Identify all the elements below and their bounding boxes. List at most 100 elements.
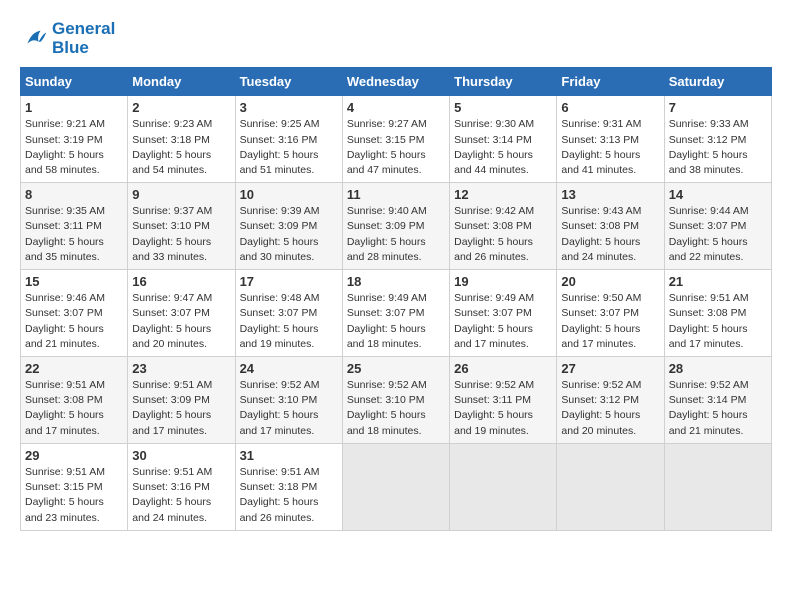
logo: General Blue [20, 20, 115, 57]
day-info: Sunrise: 9:40 AMSunset: 3:09 PMDaylight:… [347, 204, 445, 265]
day-info: Sunrise: 9:30 AMSunset: 3:14 PMDaylight:… [454, 117, 552, 178]
calendar-cell: 16 Sunrise: 9:47 AMSunset: 3:07 PMDayligh… [128, 270, 235, 357]
calendar-cell: 4 Sunrise: 9:27 AMSunset: 3:15 PMDaylight… [342, 96, 449, 183]
day-number: 4 [347, 100, 445, 115]
day-info: Sunrise: 9:25 AMSunset: 3:16 PMDaylight:… [240, 117, 338, 178]
weekday-header-tuesday: Tuesday [235, 68, 342, 96]
day-info: Sunrise: 9:33 AMSunset: 3:12 PMDaylight:… [669, 117, 767, 178]
weekday-header-thursday: Thursday [450, 68, 557, 96]
calendar-cell: 23 Sunrise: 9:51 AMSunset: 3:09 PMDayligh… [128, 357, 235, 444]
day-info: Sunrise: 9:52 AMSunset: 3:14 PMDaylight:… [669, 378, 767, 439]
day-number: 31 [240, 448, 338, 463]
day-number: 25 [347, 361, 445, 376]
day-info: Sunrise: 9:51 AMSunset: 3:09 PMDaylight:… [132, 378, 230, 439]
calendar-table: SundayMondayTuesdayWednesdayThursdayFrid… [20, 67, 772, 530]
day-number: 6 [561, 100, 659, 115]
day-info: Sunrise: 9:31 AMSunset: 3:13 PMDaylight:… [561, 117, 659, 178]
calendar-cell: 25Sunrise: 9:52 AMSunset: 3:10 PMDayligh… [342, 357, 449, 444]
day-info: Sunrise: 9:39 AMSunset: 3:09 PMDaylight:… [240, 204, 338, 265]
page-header: General Blue [20, 20, 772, 57]
day-info: Sunrise: 9:48 AMSunset: 3:07 PMDaylight:… [240, 291, 338, 352]
weekday-header-friday: Friday [557, 68, 664, 96]
day-number: 26 [454, 361, 552, 376]
weekday-header-monday: Monday [128, 68, 235, 96]
day-number: 13 [561, 187, 659, 202]
calendar-cell: 28 Sunrise: 9:52 AMSunset: 3:14 PMDayligh… [664, 357, 771, 444]
calendar-cell: 5Sunrise: 9:30 AMSunset: 3:14 PMDaylight… [450, 96, 557, 183]
calendar-cell [557, 443, 664, 530]
day-number: 28 [669, 361, 767, 376]
day-number: 9 [132, 187, 230, 202]
day-info: Sunrise: 9:51 AMSunset: 3:08 PMDaylight:… [669, 291, 767, 352]
calendar-cell: 20 Sunrise: 9:50 AMSunset: 3:07 PMDayligh… [557, 270, 664, 357]
calendar-cell: 13 Sunrise: 9:43 AMSunset: 3:08 PMDayligh… [557, 183, 664, 270]
day-info: Sunrise: 9:51 AMSunset: 3:15 PMDaylight:… [25, 465, 123, 526]
day-number: 19 [454, 274, 552, 289]
calendar-cell [450, 443, 557, 530]
day-info: Sunrise: 9:46 AMSunset: 3:07 PMDaylight:… [25, 291, 123, 352]
day-number: 16 [132, 274, 230, 289]
day-number: 1 [25, 100, 123, 115]
calendar-cell: 27 Sunrise: 9:52 AMSunset: 3:12 PMDayligh… [557, 357, 664, 444]
day-info: Sunrise: 9:52 AMSunset: 3:12 PMDaylight:… [561, 378, 659, 439]
calendar-cell: 18Sunrise: 9:49 AMSunset: 3:07 PMDayligh… [342, 270, 449, 357]
day-info: Sunrise: 9:43 AMSunset: 3:08 PMDaylight:… [561, 204, 659, 265]
calendar-cell: 1 Sunrise: 9:21 AMSunset: 3:19 PMDaylight… [21, 96, 128, 183]
day-number: 30 [132, 448, 230, 463]
day-info: Sunrise: 9:52 AMSunset: 3:10 PMDaylight:… [240, 378, 338, 439]
weekday-header-sunday: Sunday [21, 68, 128, 96]
calendar-cell: 12 Sunrise: 9:42 AMSunset: 3:08 PMDayligh… [450, 183, 557, 270]
day-info: Sunrise: 9:51 AMSunset: 3:16 PMDaylight:… [132, 465, 230, 526]
day-info: Sunrise: 9:23 AMSunset: 3:18 PMDaylight:… [132, 117, 230, 178]
calendar-cell: 9 Sunrise: 9:37 AMSunset: 3:10 PMDaylight… [128, 183, 235, 270]
calendar-cell: 15 Sunrise: 9:46 AMSunset: 3:07 PMDayligh… [21, 270, 128, 357]
day-info: Sunrise: 9:37 AMSunset: 3:10 PMDaylight:… [132, 204, 230, 265]
day-number: 14 [669, 187, 767, 202]
day-info: Sunrise: 9:27 AMSunset: 3:15 PMDaylight:… [347, 117, 445, 178]
calendar-cell: 30 Sunrise: 9:51 AMSunset: 3:16 PMDayligh… [128, 443, 235, 530]
calendar-cell: 17 Sunrise: 9:48 AMSunset: 3:07 PMDayligh… [235, 270, 342, 357]
day-info: Sunrise: 9:51 AMSunset: 3:08 PMDaylight:… [25, 378, 123, 439]
calendar-cell: 19 Sunrise: 9:49 AMSunset: 3:07 PMDayligh… [450, 270, 557, 357]
day-number: 15 [25, 274, 123, 289]
calendar-cell: 6 Sunrise: 9:31 AMSunset: 3:13 PMDaylight… [557, 96, 664, 183]
calendar-cell: 26Sunrise: 9:52 AMSunset: 3:11 PMDayligh… [450, 357, 557, 444]
day-number: 23 [132, 361, 230, 376]
calendar-cell: 24 Sunrise: 9:52 AMSunset: 3:10 PMDayligh… [235, 357, 342, 444]
day-number: 29 [25, 448, 123, 463]
logo-icon [20, 25, 48, 53]
day-number: 7 [669, 100, 767, 115]
day-info: Sunrise: 9:50 AMSunset: 3:07 PMDaylight:… [561, 291, 659, 352]
calendar-cell: 29 Sunrise: 9:51 AMSunset: 3:15 PMDayligh… [21, 443, 128, 530]
calendar-cell: 8 Sunrise: 9:35 AMSunset: 3:11 PMDaylight… [21, 183, 128, 270]
day-info: Sunrise: 9:49 AMSunset: 3:07 PMDaylight:… [454, 291, 552, 352]
calendar-cell: 31 Sunrise: 9:51 AMSunset: 3:18 PMDayligh… [235, 443, 342, 530]
day-number: 10 [240, 187, 338, 202]
calendar-cell: 21 Sunrise: 9:51 AMSunset: 3:08 PMDayligh… [664, 270, 771, 357]
calendar-cell: 10 Sunrise: 9:39 AMSunset: 3:09 PMDayligh… [235, 183, 342, 270]
day-number: 21 [669, 274, 767, 289]
calendar-cell [664, 443, 771, 530]
day-info: Sunrise: 9:47 AMSunset: 3:07 PMDaylight:… [132, 291, 230, 352]
calendar-cell: 11Sunrise: 9:40 AMSunset: 3:09 PMDayligh… [342, 183, 449, 270]
day-info: Sunrise: 9:44 AMSunset: 3:07 PMDaylight:… [669, 204, 767, 265]
calendar-cell: 7 Sunrise: 9:33 AMSunset: 3:12 PMDaylight… [664, 96, 771, 183]
day-number: 12 [454, 187, 552, 202]
day-number: 18 [347, 274, 445, 289]
calendar-cell: 14 Sunrise: 9:44 AMSunset: 3:07 PMDayligh… [664, 183, 771, 270]
calendar-cell: 3Sunrise: 9:25 AMSunset: 3:16 PMDaylight… [235, 96, 342, 183]
day-number: 22 [25, 361, 123, 376]
day-info: Sunrise: 9:21 AMSunset: 3:19 PMDaylight:… [25, 117, 123, 178]
day-number: 17 [240, 274, 338, 289]
day-info: Sunrise: 9:51 AMSunset: 3:18 PMDaylight:… [240, 465, 338, 526]
weekday-header-saturday: Saturday [664, 68, 771, 96]
day-info: Sunrise: 9:35 AMSunset: 3:11 PMDaylight:… [25, 204, 123, 265]
calendar-cell [342, 443, 449, 530]
day-number: 20 [561, 274, 659, 289]
logo-text: General Blue [52, 20, 115, 57]
day-info: Sunrise: 9:42 AMSunset: 3:08 PMDaylight:… [454, 204, 552, 265]
day-number: 27 [561, 361, 659, 376]
day-number: 2 [132, 100, 230, 115]
day-number: 24 [240, 361, 338, 376]
day-number: 8 [25, 187, 123, 202]
